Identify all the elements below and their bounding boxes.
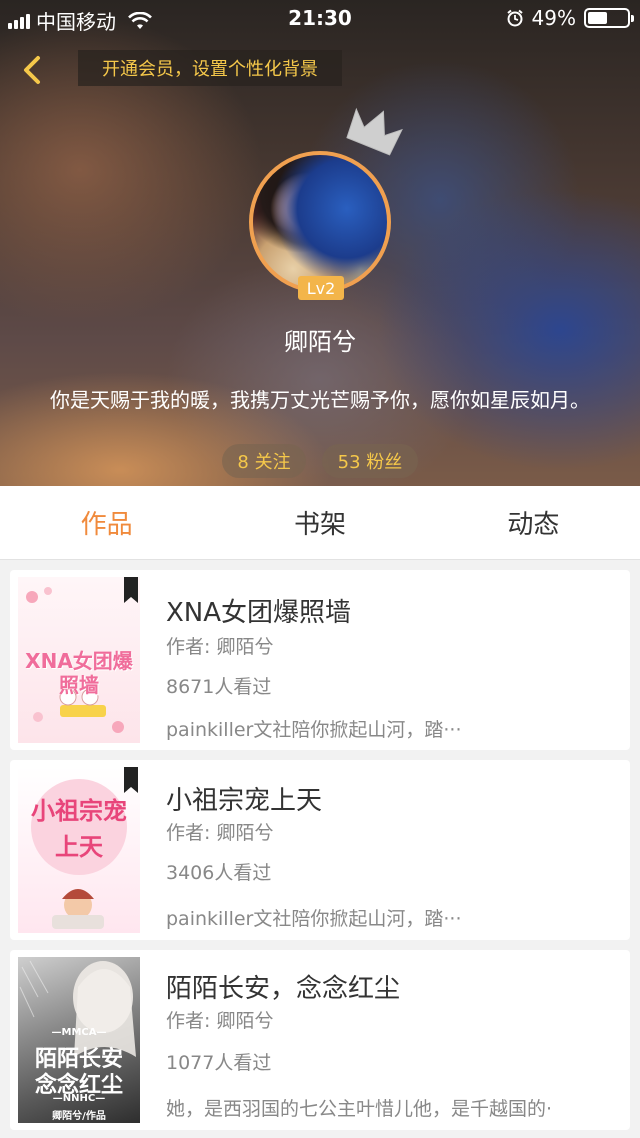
list-item[interactable]: 小祖宗宠上天 小祖宗宠上天 作者: 卿陌兮 3406人看过 painkiller…: [10, 760, 630, 940]
tab-bookshelf[interactable]: 书架: [213, 486, 426, 559]
book-description: painkiller文社陪你掀起山河，踏···: [166, 719, 462, 741]
list-item[interactable]: —MMCA— 陌陌长安 念念红尘 —NNHC— 卿陌兮/作品 陌陌长安，念念红尘…: [10, 950, 630, 1130]
cover-title: XNA女团爆照墙: [25, 649, 133, 697]
user-bio: 你是天赐于我的暖，我携万丈光芒赐予你，愿你如星辰如月。: [50, 388, 590, 412]
book-title: 陌陌长安，念念红尘: [166, 974, 401, 1004]
level-badge: Lv2: [298, 276, 344, 300]
cover-top-text: —MMCA—: [51, 1027, 107, 1038]
alarm-icon: [506, 9, 523, 27]
tab-activity[interactable]: 动态: [427, 486, 640, 559]
tab-works[interactable]: 作品: [0, 486, 213, 559]
book-cover: —MMCA— 陌陌长安 念念红尘 —NNHC— 卿陌兮/作品: [18, 957, 140, 1123]
book-description: 她，是西羽国的七公主叶惜儿他，是千越国的·: [166, 1098, 553, 1120]
book-views: 1077人看过: [166, 1052, 272, 1074]
cover-title: 小祖宗宠上天: [31, 797, 127, 861]
book-cover: 小祖宗宠上天: [18, 767, 140, 933]
cover-author: 卿陌兮/作品: [52, 1111, 106, 1122]
avatar[interactable]: [249, 151, 391, 293]
following-count-button[interactable]: 8 关注: [222, 444, 306, 478]
back-button[interactable]: [14, 50, 54, 90]
book-views: 8671人看过: [166, 676, 272, 698]
list-item[interactable]: XNA女团爆照墙 XNA女团爆照墙 作者: 卿陌兮 8671人看过 painki…: [10, 570, 630, 750]
cover-sub-text: —NNHC—: [52, 1093, 106, 1104]
book-views: 3406人看过: [166, 862, 272, 884]
book-description: painkiller文社陪你掀起山河，踏···: [166, 908, 462, 930]
followers-count-button[interactable]: 53 粉丝: [322, 444, 418, 478]
status-bar: 中国移动 21:30 49%: [0, 0, 640, 36]
username: 卿陌兮: [284, 328, 356, 356]
book-author: 作者: 卿陌兮: [166, 822, 274, 844]
battery-percent: 49%: [531, 6, 576, 30]
book-title: 小祖宗宠上天: [166, 786, 323, 816]
battery-icon: [584, 8, 634, 28]
book-cover: XNA女团爆照墙: [18, 577, 140, 743]
book-title: XNA女团爆照墙: [166, 598, 352, 628]
book-author: 作者: 卿陌兮: [166, 636, 274, 658]
profile-header: 中国移动 21:30 49% 开通会员，设置个性化背景 Lv2 卿陌兮 你是天赐…: [0, 0, 640, 486]
profile-tabs: 作品 书架 动态: [0, 486, 640, 560]
vip-background-banner[interactable]: 开通会员，设置个性化背景: [78, 50, 342, 86]
book-author: 作者: 卿陌兮: [166, 1010, 274, 1032]
